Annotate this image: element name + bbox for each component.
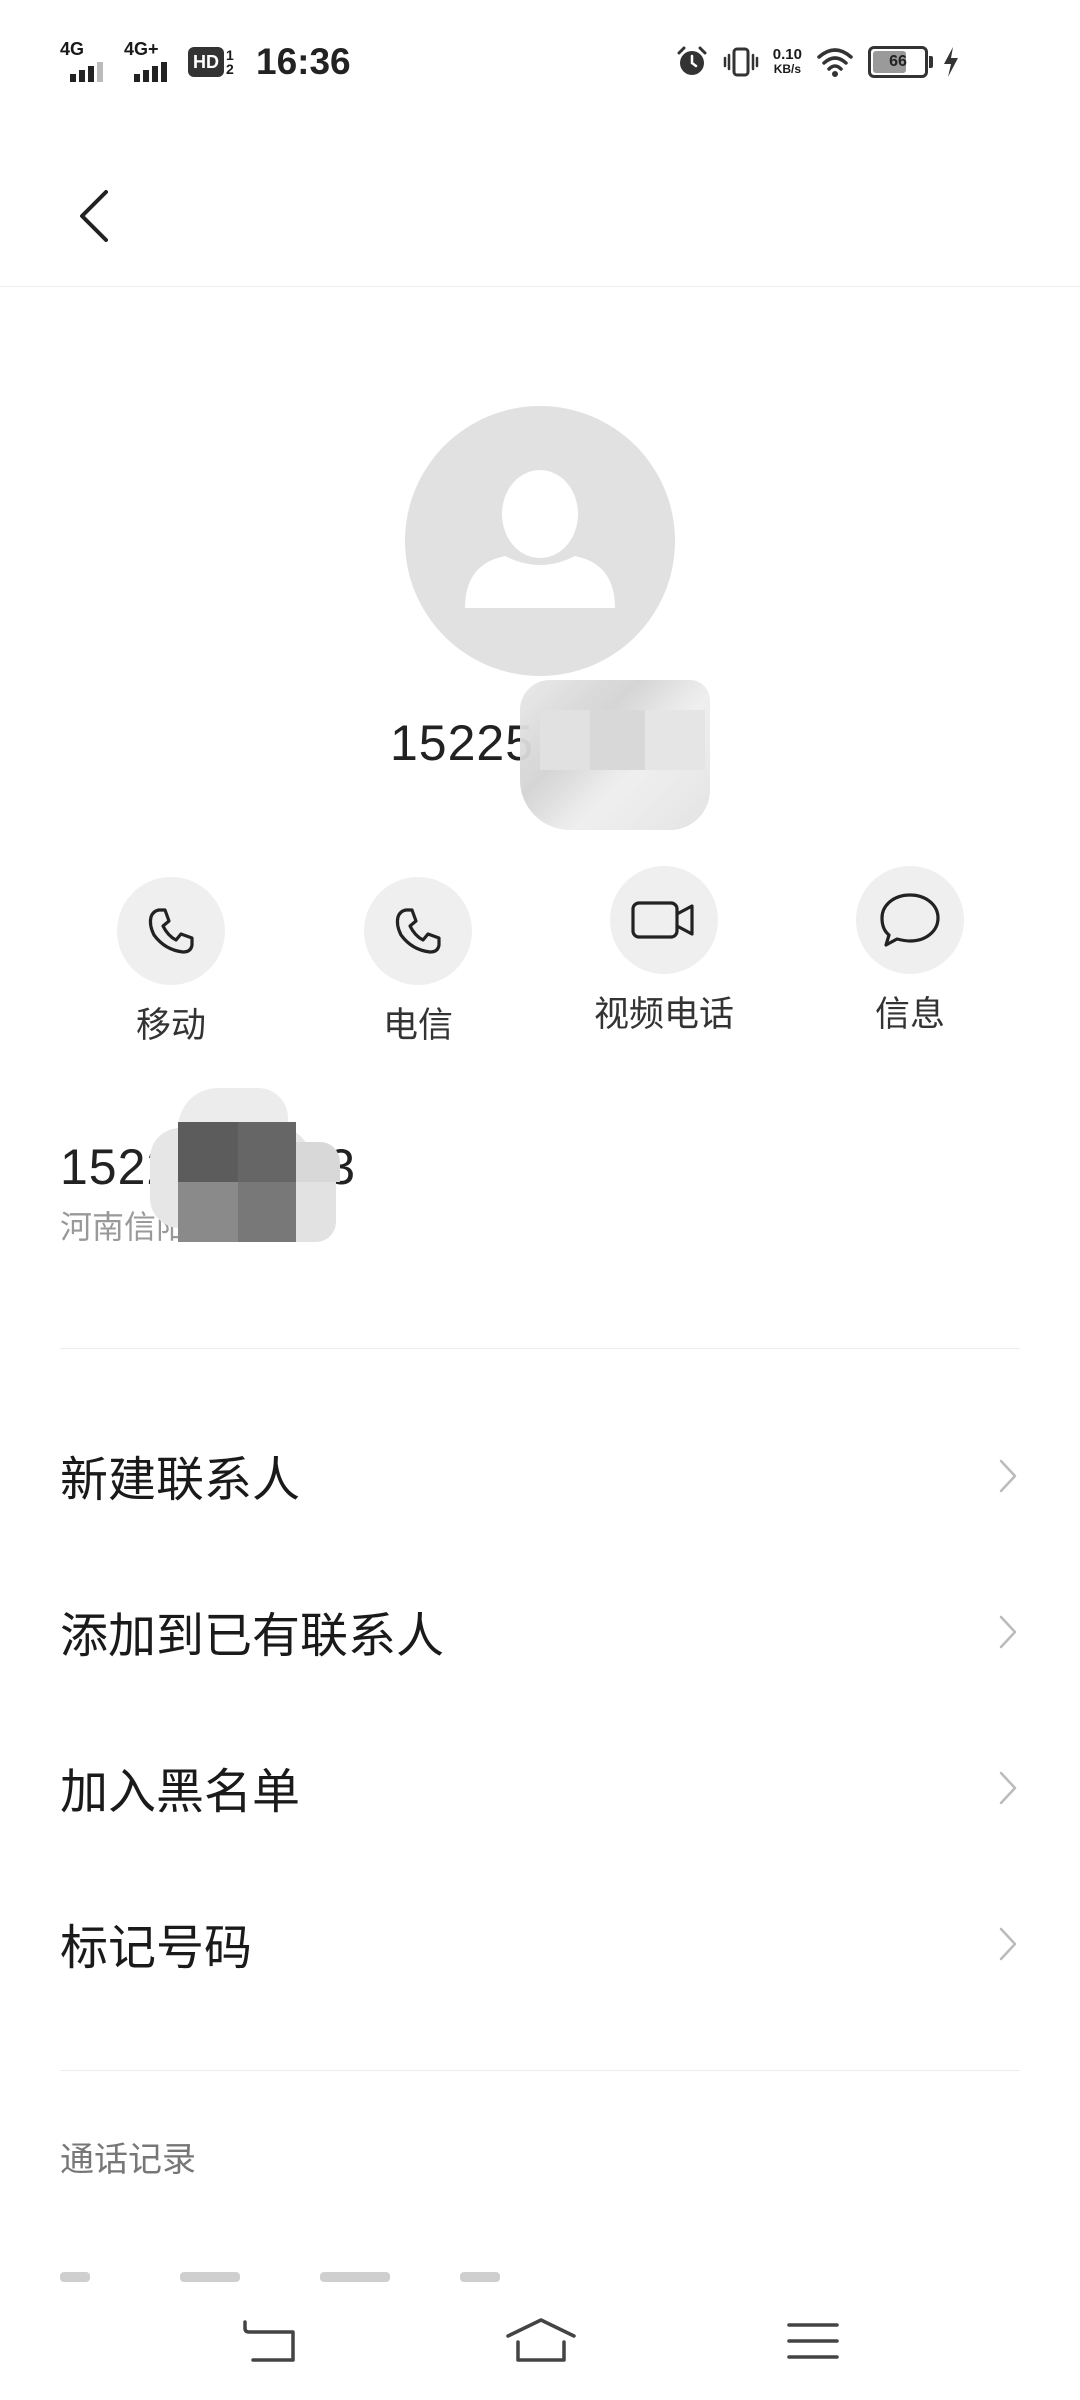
back-button[interactable] [58,180,130,252]
alarm-icon [677,46,707,75]
call-mobile-circle [117,877,225,985]
chevron-right-icon [999,1927,1017,1961]
call-mobile-label: 移动 [135,1006,206,1045]
sim2-signal-icon: 4G+ [124,40,174,84]
chevron-right-icon [999,1771,1017,1805]
chevron-right-icon [999,1615,1017,1649]
contact-number: 15225 [390,715,535,771]
phone-icon [148,908,194,954]
battery-level: 66 [889,53,907,70]
message-bubble-icon [880,893,940,947]
video-camera-icon [631,901,694,939]
call-telecom-label: 电信 [382,1006,453,1045]
menu-blacklist[interactable]: 加入黑名单 [0,1712,1080,1862]
avatar [405,406,675,676]
net-speed-unit: KB/s [773,62,802,76]
video-call-button[interactable]: 视频电话 [564,866,764,1037]
battery-icon: 66 [868,46,933,78]
sim1-network-label: 4G [60,39,85,59]
video-call-circle [610,866,718,974]
chevron-right-icon [999,1459,1017,1493]
call-telecom-circle [364,877,472,985]
redacted-number-blur [520,680,710,830]
sim1-signal-icon: 4G [60,40,110,84]
net-speed-value: 0.10 [772,46,802,63]
net-speed: 0.10 KB/s [773,47,802,77]
nav-home-button[interactable] [486,2304,596,2378]
status-right: 0.10 KB/s 66 [675,36,960,88]
message-circle [856,866,964,974]
sim2-network-label: 4G+ [124,39,159,59]
call-telecom-button[interactable]: 电信 [318,877,518,1048]
chevron-left-icon [80,190,108,242]
menu-mark-number[interactable]: 标记号码 [0,1868,1080,2018]
divider [60,2070,1020,2071]
home-nav-icon [506,2318,576,2362]
navigation-bar [0,2282,1080,2400]
call-mobile-button[interactable]: 移动 [71,877,271,1048]
status-bar: 4G 4G+ HD 1 2 16:36 0.10 KB/s 66 [0,0,1080,120]
back-nav-icon [243,2320,295,2362]
vibrate-icon [723,47,759,77]
menu-new-contact[interactable]: 新建联系人 [0,1400,1080,1550]
redacted-detail-blur [150,1088,340,1248]
header [0,120,1080,287]
message-button[interactable]: 信息 [810,866,1010,1037]
message-label: 信息 [874,995,945,1034]
menu-add-to-existing-label: 添加到已有联系人 [60,1610,445,1663]
divider [60,1348,1020,1349]
hd-sub-label: 1 2 [226,47,234,77]
menu-blacklist-label: 加入黑名单 [60,1766,301,1819]
charging-icon [944,47,958,77]
status-time: 16:36 [256,41,351,82]
wifi-icon [817,48,853,77]
call-log-peek [60,2268,1020,2282]
phone-icon [395,908,441,954]
person-icon [465,470,615,608]
menu-add-to-existing[interactable]: 添加到已有联系人 [0,1556,1080,1706]
nav-menu-button[interactable] [758,2304,868,2378]
menu-mark-number-label: 标记号码 [60,1922,253,1975]
call-log-title: 通话记录 [60,2141,196,2179]
status-left: 4G 4G+ HD 1 2 16:36 [60,36,351,88]
menu-nav-icon [787,2323,839,2359]
hd-voice-icon: HD [188,47,224,77]
video-call-label: 视频电话 [593,995,734,1034]
action-row: 移动 电信 视频电话 信息 [0,862,1080,1045]
nav-back-button[interactable] [214,2304,324,2378]
menu-new-contact-label: 新建联系人 [60,1454,301,1507]
